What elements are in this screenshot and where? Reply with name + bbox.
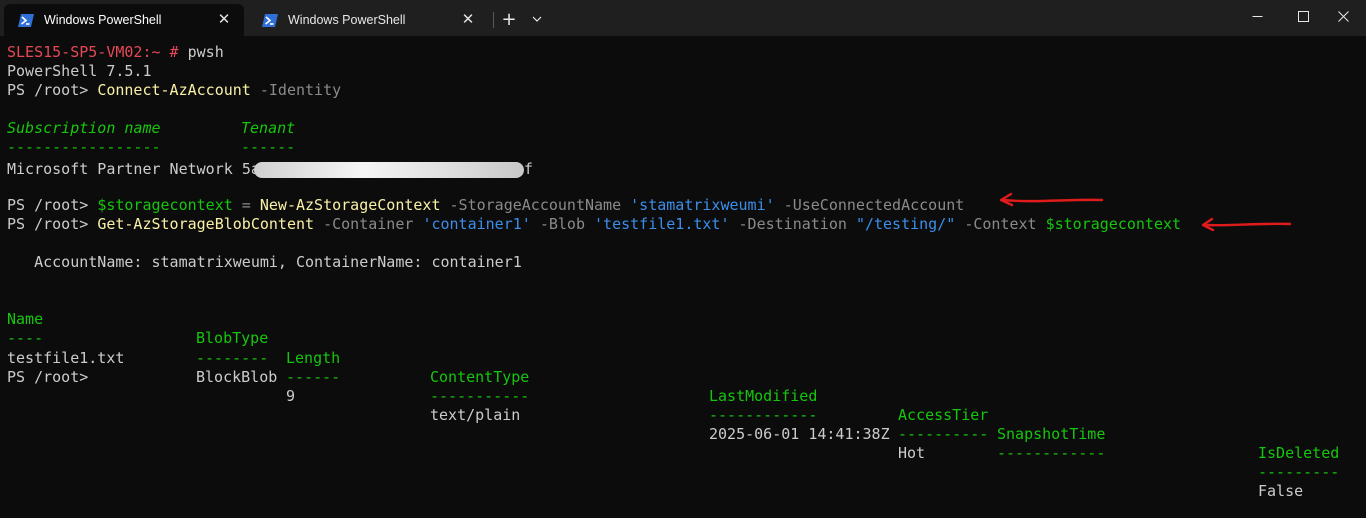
- parameter: -Context: [964, 214, 1037, 233]
- underline: ------: [286, 367, 341, 386]
- header-subscription-name: Subscription name: [7, 119, 161, 138]
- subscription-name: Microsoft Partner Network: [7, 159, 233, 178]
- header-snapshottime: SnapshotTime: [997, 424, 1106, 443]
- cell-name: testfile1.txt: [7, 348, 125, 367]
- subscription-header: Subscription name Tenant: [7, 119, 1359, 138]
- variable: $storagecontext: [97, 195, 233, 214]
- close-icon[interactable]: ✕: [216, 11, 232, 28]
- ps-prompt: PS /root>: [7, 81, 89, 100]
- new-tab-button[interactable]: +: [498, 4, 520, 34]
- ps-prompt: PS /root>: [7, 214, 89, 233]
- terminal-line: PS /root> Connect-AzAccount -Identity: [7, 81, 1359, 100]
- tab-windows-powershell-2[interactable]: Windows PowerShell ✕: [248, 4, 488, 36]
- cmdlet: Get-AzStorageBlobContent: [97, 214, 315, 233]
- tenant-id-end: f: [523, 159, 533, 178]
- underline: ------------: [709, 405, 818, 424]
- underline: --------: [196, 348, 269, 367]
- powershell-icon: [18, 13, 34, 27]
- underline: ------: [241, 138, 296, 157]
- tab-label: Windows PowerShell: [288, 13, 406, 27]
- cell-isdeleted: False: [1258, 482, 1304, 501]
- cell-accesstier: Hot: [898, 443, 926, 462]
- tab-separator: [493, 12, 494, 28]
- command-text: pwsh: [187, 43, 224, 61]
- close-icon[interactable]: ✕: [460, 11, 476, 28]
- parameter: -Destination: [738, 214, 847, 233]
- operator: =: [232, 195, 260, 214]
- version-line: PowerShell 7.5.1: [7, 62, 152, 81]
- string-value: 'testfile1.txt': [594, 214, 730, 233]
- table-header: Name BlobType Length ContentType LastMod…: [7, 291, 1359, 462]
- scrollbar[interactable]: [1358, 36, 1366, 518]
- string-value: 'stamatrixweumi': [630, 195, 775, 214]
- variable: $storagecontext: [1045, 214, 1182, 233]
- header-tenant: Tenant: [241, 119, 296, 138]
- close-icon: [1337, 10, 1349, 22]
- underline: -----------------: [7, 138, 161, 157]
- title-bar: Windows PowerShell ✕ Windows PowerShell …: [0, 0, 1366, 36]
- parameter: -Identity: [259, 81, 342, 100]
- terminal-line: PS /root> Get-AzStorageBlobContent -Cont…: [7, 215, 1359, 234]
- subscription-row: Microsoft Partner Network 5a f: [7, 158, 1359, 178]
- table-underline: ---- -------- ------ ----------- -------…: [7, 310, 1359, 481]
- minimize-icon: [1252, 15, 1262, 17]
- subscription-underline: ----------------- ------: [7, 138, 1359, 157]
- table-row: testfile1.txt BlockBlob 9 text/plain 202…: [7, 329, 1359, 501]
- parameter: -Container: [323, 214, 414, 233]
- header-length: Length: [286, 348, 341, 367]
- cell-length: 9: [286, 386, 296, 405]
- terminal-line: SLES15-SP5-VM02:~ # pwsh: [7, 43, 1359, 62]
- underline: ----------: [898, 424, 989, 443]
- tab-windows-powershell-1[interactable]: Windows PowerShell ✕: [4, 4, 244, 36]
- ps-prompt: PS /root>: [7, 195, 89, 214]
- cmdlet: Connect-AzAccount: [97, 81, 251, 100]
- string-value: 'container1': [422, 214, 531, 233]
- chevron-down-icon: [532, 16, 542, 22]
- parameter: -Blob: [539, 214, 585, 233]
- parameter: -StorageAccountName: [449, 195, 622, 214]
- cell-blobtype: BlockBlob: [196, 367, 278, 386]
- underline: ---------: [1258, 463, 1340, 482]
- terminal-output[interactable]: SLES15-SP5-VM02:~ # pwsh PowerShell 7.5.…: [7, 43, 1359, 513]
- header-accesstier: AccessTier: [898, 405, 989, 424]
- parameter: -UseConnectedAccount: [783, 195, 965, 214]
- underline: ------------: [997, 443, 1106, 462]
- shell-prompt: SLES15-SP5-VM02:~ #: [7, 43, 179, 61]
- terminal-line: PS /root> $storagecontext = New-AzStorag…: [7, 196, 1359, 215]
- close-window-button[interactable]: [1320, 0, 1366, 32]
- redaction-blur: [253, 161, 524, 178]
- cell-contenttype: text/plain: [430, 405, 521, 424]
- underline: -----------: [430, 386, 530, 405]
- minimize-button[interactable]: [1234, 0, 1280, 32]
- powershell-icon: [262, 13, 278, 27]
- cmdlet: New-AzStorageContext: [259, 195, 441, 214]
- maximize-icon: [1297, 10, 1309, 22]
- cell-lastmodified: 2025-06-01 14:41:38Z: [709, 424, 890, 443]
- header-isdeleted: IsDeleted: [1258, 443, 1340, 462]
- plus-icon: +: [501, 8, 517, 30]
- account-container-line: AccountName: stamatrixweumi, ContainerNa…: [7, 253, 522, 272]
- string-value: "/testing/": [855, 214, 956, 233]
- tab-dropdown-button[interactable]: [526, 4, 548, 34]
- header-contenttype: ContentType: [430, 367, 530, 386]
- red-arrow-icon: [999, 192, 1104, 207]
- header-lastmodified: LastModified: [709, 386, 818, 405]
- tab-label: Windows PowerShell: [44, 13, 162, 27]
- red-arrow-icon: [1201, 217, 1292, 232]
